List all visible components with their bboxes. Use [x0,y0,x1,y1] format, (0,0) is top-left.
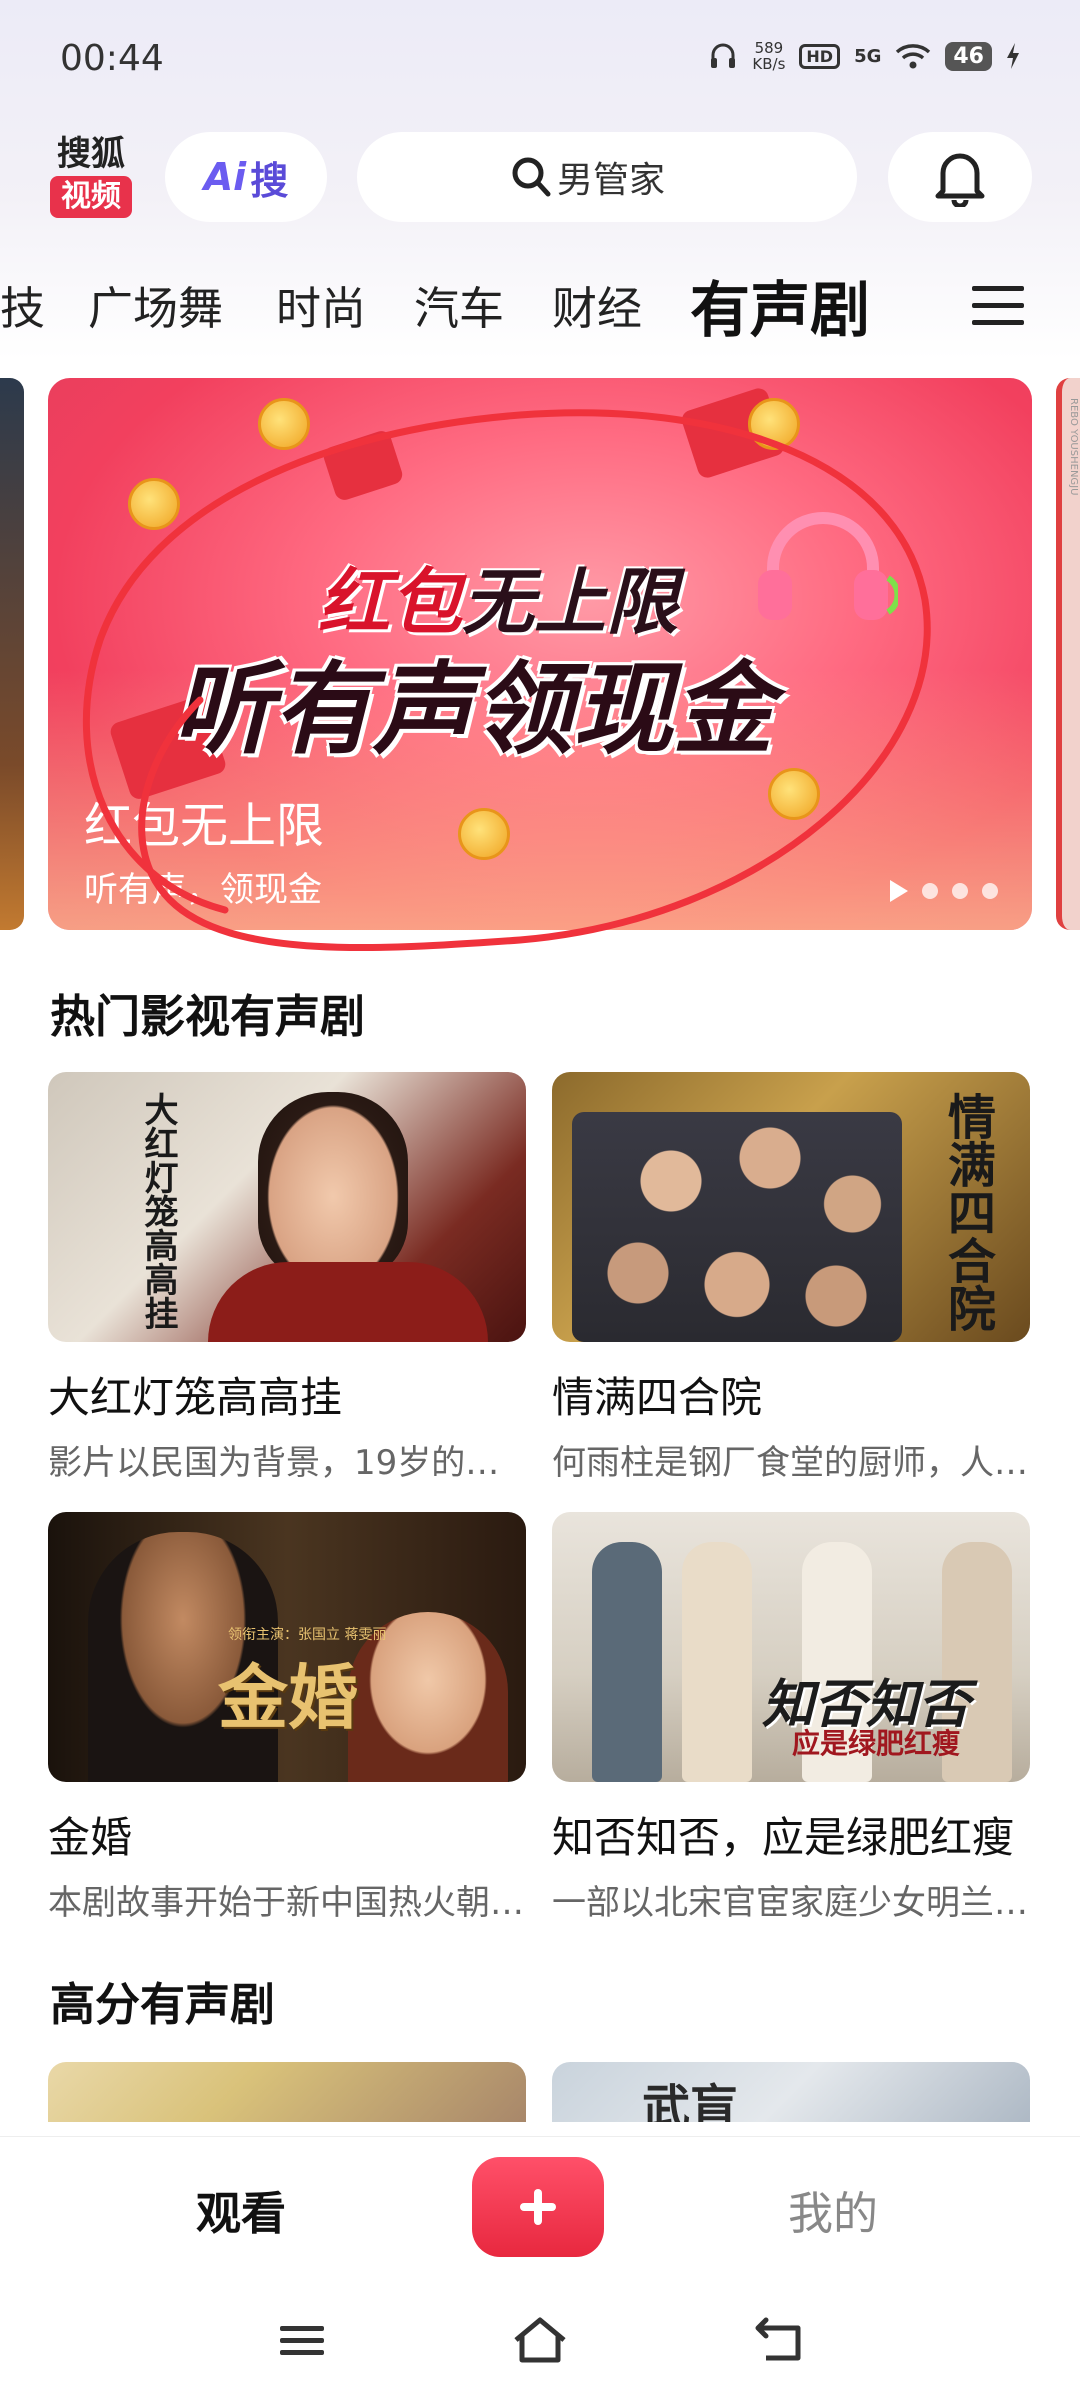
card-title: 大红灯笼高高挂 [48,1373,343,1422]
poster-subcaption: 应是绿肥红瘦 [792,1727,961,1760]
home-icon[interactable] [512,2316,568,2366]
section-title-hot: 热门影视有声剧 [50,990,366,1043]
pagination-dot [922,883,938,899]
card-description: 影片以民国为背景，19岁的女大学生颂莲… [48,1443,526,1483]
category-tabs: 技 广场舞 时尚 汽车 财经 有声剧 [0,262,1080,352]
poster-caption: 武盲 [642,2080,739,2122]
tab-fashion[interactable]: 时尚 [276,272,366,337]
nav-me[interactable]: 我的 [788,2177,878,2242]
headphones-icon [758,512,898,620]
ai-search-label: 搜 [250,158,289,203]
banner-prev-peek[interactable] [0,378,24,930]
card-title: 知否知否，应是绿肥红瘦 [552,1813,1015,1862]
coin-icon [458,808,510,860]
bell-icon [935,153,985,207]
ai-icon: Ai [203,155,247,199]
search-input[interactable]: 男管家 [357,132,857,222]
drama-card[interactable]: 大红灯笼高高挂 大红灯笼高高挂 影片以民国为背景，19岁的女大学生颂莲… [48,1072,526,1484]
signal-icon: 5G [854,45,882,67]
logo-text-top: 搜狐 [57,134,125,174]
pagination-active-icon [890,880,908,902]
nav-watch[interactable]: 观看 [196,2177,286,2242]
banner-pagination [890,880,998,902]
banner-next-peek[interactable]: REBO YOUSHENGJU [1056,378,1080,930]
banner-title: 红包无上限 [84,798,325,854]
tab-auto[interactable]: 汽车 [414,272,504,337]
poster-figure [682,1542,752,1782]
coin-icon [768,768,820,820]
drama-card[interactable] [48,2062,526,2122]
tab-audio-drama[interactable]: 有声剧 [690,262,870,349]
card-description: 何雨柱是钢厂食堂的厨师，人称傻柱… [552,1443,1030,1483]
system-navigation [0,2286,1080,2400]
menu-icon[interactable] [972,284,1024,328]
banner-next-text: REBO YOUSHENGJU [1068,398,1079,496]
back-icon[interactable] [752,2316,808,2366]
wifi-icon [896,44,931,69]
poster-image: 情满四合院 [552,1072,1030,1342]
poster-image: 大红灯笼高高挂 [48,1072,526,1342]
coin-icon [258,398,310,450]
coin-icon [748,398,800,450]
drama-card[interactable]: 领衔主演：张国立 蒋雯丽 金婚 金婚 本剧故事开始于新中国热火朝天的年代… [48,1512,526,1924]
pagination-dot [952,883,968,899]
status-icons: 589 KB/s HD 5G 46 [708,40,1020,72]
ai-search-button[interactable]: Ai 搜 [165,132,327,222]
drama-card[interactable]: 情满四合院 情满四合院 何雨柱是钢厂食堂的厨师，人称傻柱… [552,1072,1030,1484]
app-header: 搜狐 视频 Ai 搜 男管家 [0,120,1080,230]
poster-image [48,2062,526,2122]
coin-icon [128,478,180,530]
promo-banner[interactable]: 红包无上限 听有声领现金 红包无上限 听有声，领现金 [48,378,1032,930]
tab-finance[interactable]: 财经 [552,272,642,337]
headphones-status-icon [711,43,736,68]
create-plus-button[interactable] [472,2157,604,2257]
section-title-top-rated: 高分有声剧 [50,1978,276,2031]
poster-image: 知否知否 应是绿肥红瘦 [552,1512,1030,1782]
card-description: 一部以北宋官宦家庭少女明兰为主角的… [552,1883,1030,1923]
sohu-video-logo[interactable]: 搜狐 视频 [50,134,132,218]
search-placeholder: 男管家 [557,160,666,201]
banner-subtitle: 听有声，领现金 [84,870,322,910]
card-description: 本剧故事开始于新中国热火朝天的年代… [48,1883,526,1923]
poster-figures [572,1112,902,1342]
battery-icon: 46 [945,41,992,71]
tab-tech[interactable]: 技 [0,272,45,337]
red-envelope-icon [321,428,405,503]
poster-figure [208,1262,488,1342]
drama-card[interactable]: 知否知否 应是绿肥红瘦 知否知否，应是绿肥红瘦 一部以北宋官宦家庭少女明兰为主角… [552,1512,1030,1924]
card-title: 金婚 [48,1813,133,1862]
poster-figure [258,1092,408,1282]
speed-value: 589 [754,39,784,57]
status-time: 00:44 [60,38,164,79]
speed-unit: KB/s [752,55,786,73]
pagination-dot [982,883,998,899]
poster-figure [592,1542,662,1782]
poster-cast: 领衔主演：张国立 蒋雯丽 [228,1627,387,1643]
hd-badge: HD [799,43,841,69]
card-title: 情满四合院 [552,1373,763,1422]
poster-caption: 大红灯笼高高挂 [138,1092,178,1330]
poster-image: 武盲 [552,2062,1030,2122]
status-bar: 00:44 589 KB/s HD 5G 46 [0,0,1080,120]
recent-apps-icon[interactable] [274,2316,330,2366]
drama-card[interactable]: 武盲 [552,2062,1030,2122]
logo-text-bottom: 视频 [50,176,132,218]
bottom-navigation: 观看 我的 [0,2136,1080,2286]
charging-icon [1007,43,1019,69]
banner-art-main: 听有声领现金 [173,651,773,768]
poster-caption: 金婚 [218,1657,358,1739]
tab-square-dance[interactable]: 广场舞 [88,272,223,337]
poster-caption: 情满四合院 [939,1092,995,1332]
search-icon [512,157,551,197]
notification-button[interactable] [888,132,1032,222]
network-speed: 589 KB/s [752,40,785,72]
poster-image: 领衔主演：张国立 蒋雯丽 金婚 [48,1512,526,1782]
